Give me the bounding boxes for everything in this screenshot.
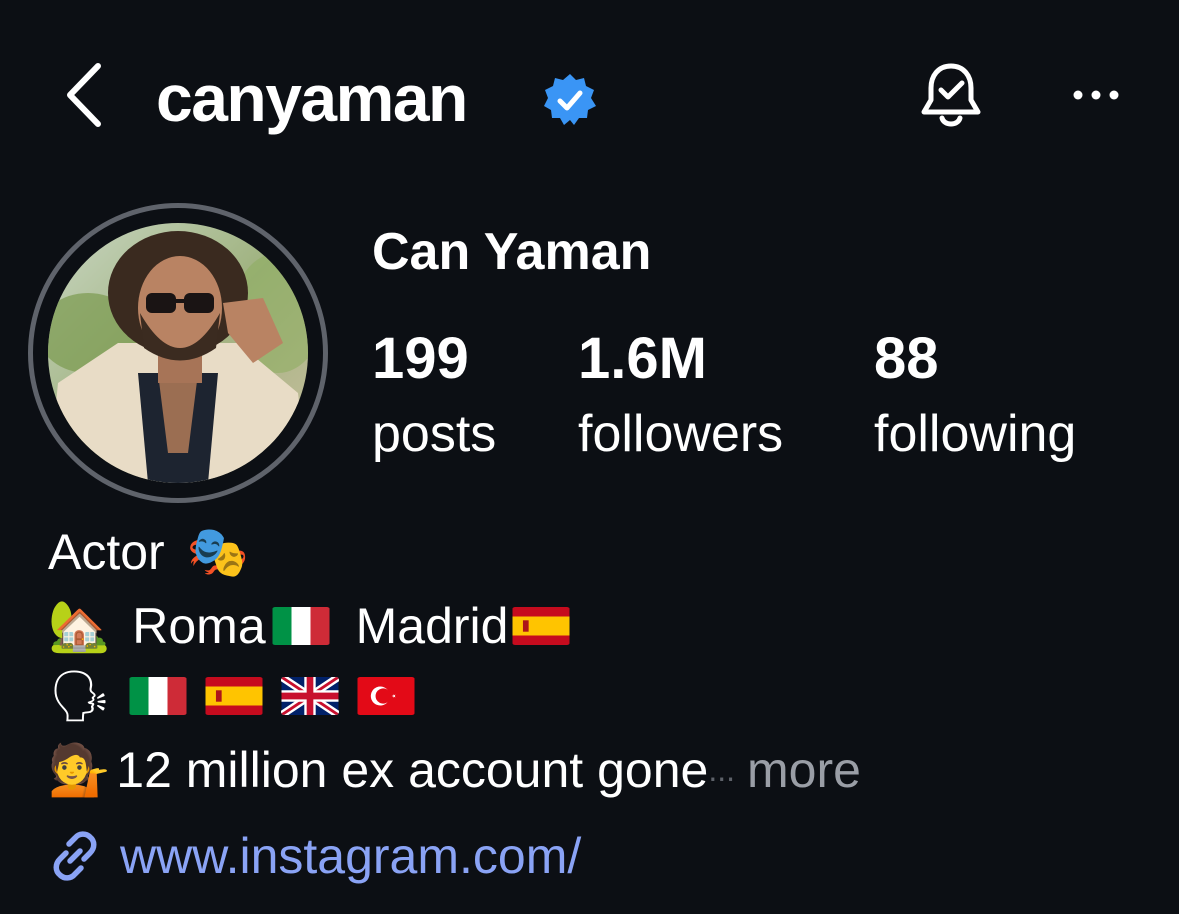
profile-username: canyaman: [156, 61, 468, 135]
followers-label[interactable]: followers: [578, 404, 783, 464]
posts-count[interactable]: 199: [372, 326, 469, 392]
bio-ellipsis: ...: [708, 752, 735, 788]
bio-line-locations: 🏡 Roma Madrid: [48, 596, 570, 656]
spain-flag-icon: [205, 677, 263, 715]
bio-city-madrid: Madrid: [355, 598, 509, 654]
notification-bell-icon[interactable]: [916, 60, 986, 134]
speaking-head-icon: 🗣: [48, 667, 112, 725]
back-chevron-icon[interactable]: [60, 60, 110, 130]
person-tipping-hand-icon: 💁: [48, 741, 111, 799]
following-count[interactable]: 88: [874, 326, 939, 392]
theater-masks-icon: 🎭: [186, 523, 249, 581]
turkey-flag-icon: [357, 677, 415, 715]
more-options-icon[interactable]: [1070, 78, 1122, 112]
profile-full-name: Can Yaman: [372, 223, 652, 281]
house-icon: 🏡: [48, 597, 111, 655]
followers-count[interactable]: 1.6M: [578, 326, 707, 392]
bio-note-text: 12 million ex account gone: [116, 742, 709, 798]
bio-text: Actor: [48, 524, 165, 580]
bio-line-note: 💁 12 million ex account gone ... more: [48, 740, 861, 800]
following-label[interactable]: following: [874, 404, 1076, 464]
bio-more-button[interactable]: more: [747, 740, 861, 800]
posts-label[interactable]: posts: [372, 404, 496, 464]
spain-flag-icon: [512, 607, 570, 645]
italy-flag-icon: [272, 607, 330, 645]
profile-link-url[interactable]: www.instagram.com/: [120, 826, 581, 886]
bio-line-actor: Actor 🎭: [48, 522, 249, 582]
bio-line-languages: 🗣: [48, 666, 415, 726]
uk-flag-icon: [281, 677, 340, 715]
profile-avatar[interactable]: [48, 223, 308, 483]
bio-city-roma: Roma: [132, 598, 266, 654]
profile-link[interactable]: www.instagram.com/: [48, 826, 581, 886]
verified-badge-icon: [544, 74, 596, 125]
italy-flag-icon: [129, 677, 187, 715]
link-icon: [53, 831, 97, 881]
